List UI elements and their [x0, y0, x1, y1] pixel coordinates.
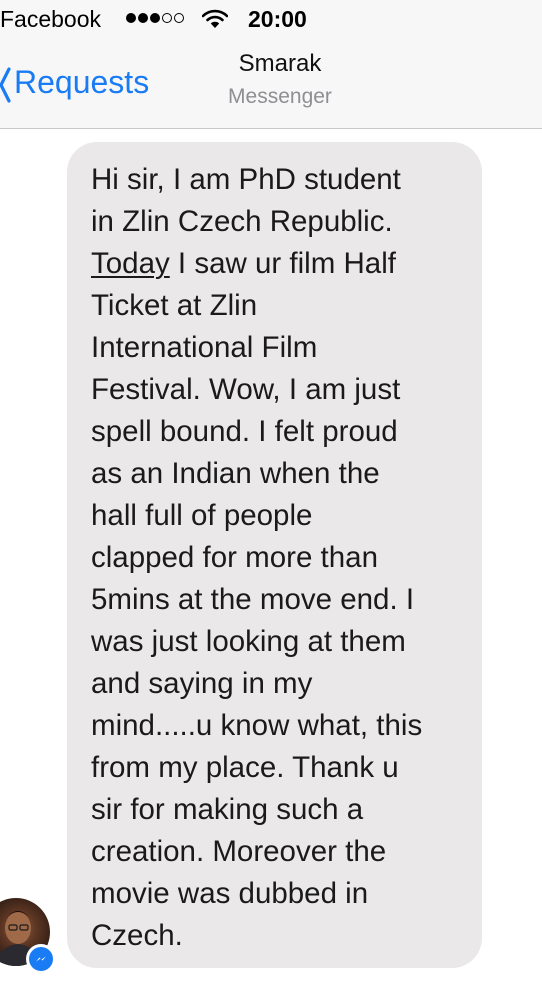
conversation-title[interactable]: Smarak [180, 50, 380, 78]
nav-bar: Requests Smarak Messenger [0, 40, 542, 129]
message-bubble[interactable]: Hi sir, I am PhD student in Zlin Czech R… [67, 142, 482, 968]
messenger-badge [26, 944, 56, 974]
signal-dots-icon [126, 13, 184, 23]
message-link-today[interactable]: Today [91, 247, 170, 280]
status-time: 20:00 [248, 6, 307, 32]
wifi-icon [202, 9, 228, 28]
back-button[interactable]: Requests [14, 64, 149, 101]
conversation-subtitle: Messenger [228, 85, 332, 108]
message-text-part1: Hi sir, I am PhD student in Zlin Czech R… [91, 163, 401, 238]
status-app-name: Facebook [0, 6, 102, 32]
message-text: Hi sir, I am PhD student in Zlin Czech R… [91, 159, 462, 957]
chevron-left-icon[interactable] [0, 66, 12, 104]
status-bar: Facebook 20:00 [0, 0, 542, 40]
message-text-part2: I saw ur film Half Ticket at Zlin Intern… [91, 247, 423, 952]
messenger-icon [36, 956, 46, 962]
